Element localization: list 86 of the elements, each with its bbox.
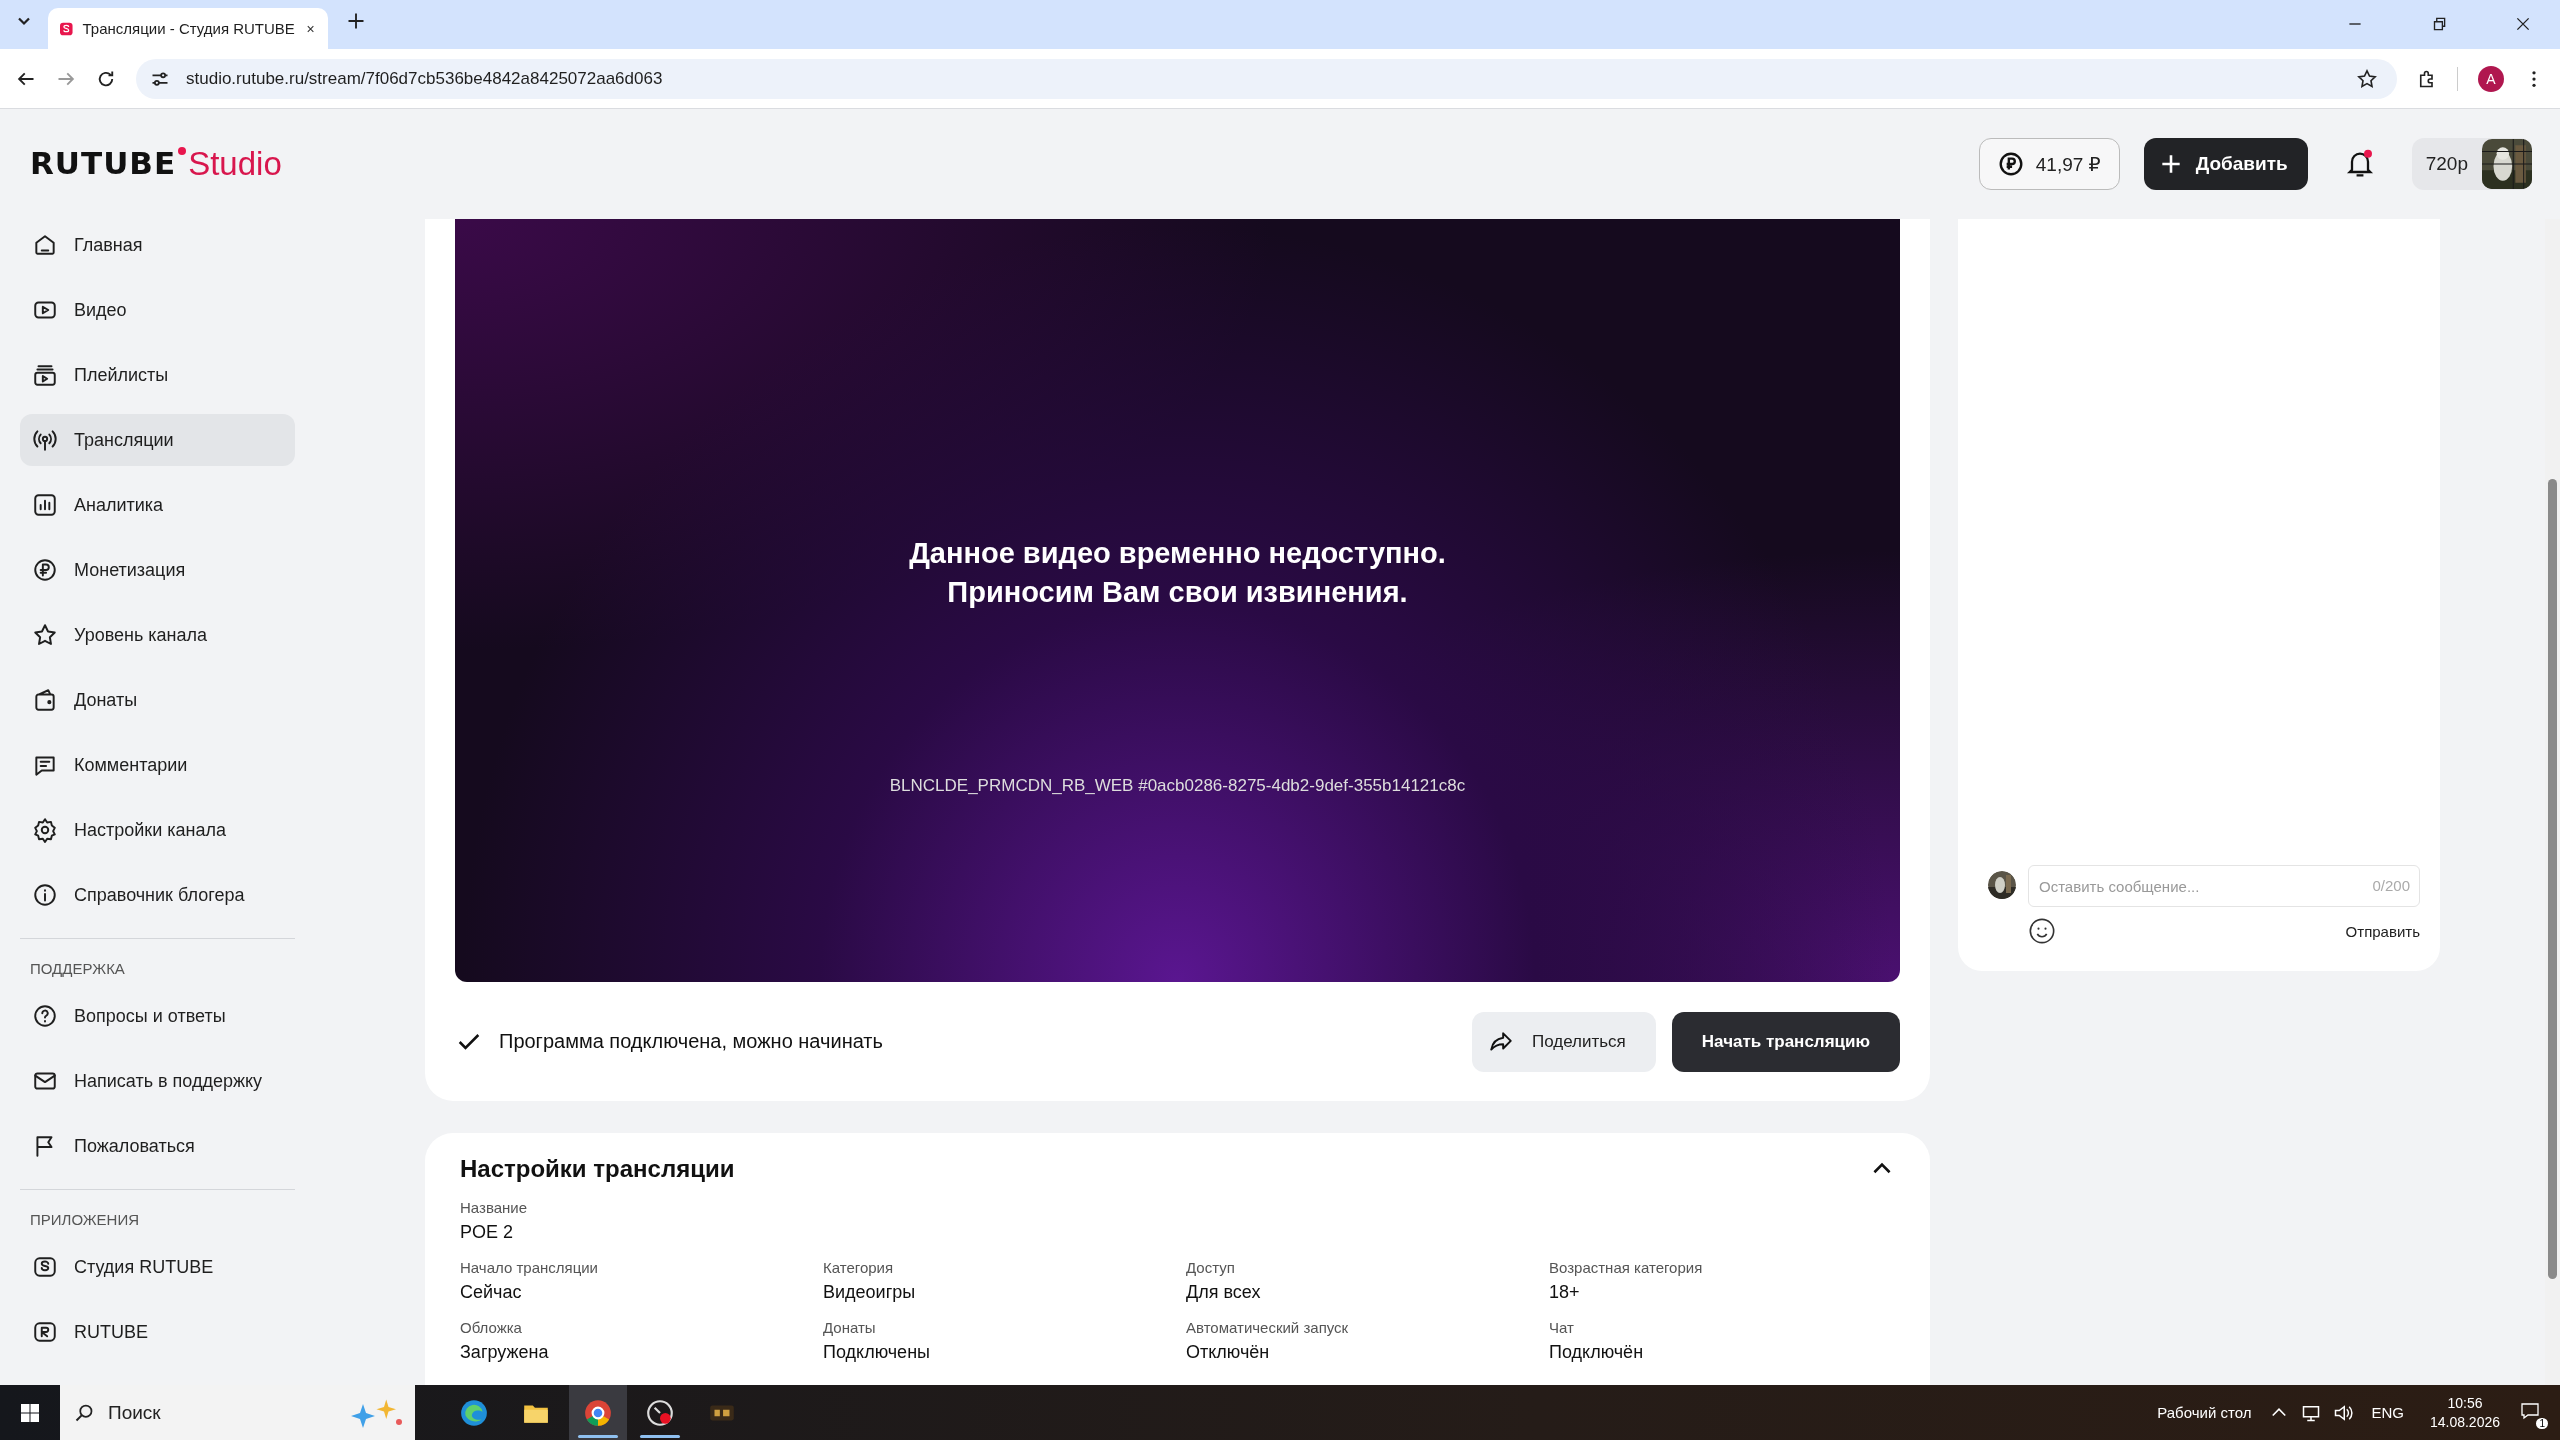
- sidebar-item[interactable]: Студия RUTUBE: [20, 1241, 295, 1293]
- field-label: Начало трансляции: [460, 1259, 599, 1276]
- tab-title: Трансляции - Студия RUTUBE: [82, 20, 295, 37]
- search-icon: [74, 1403, 94, 1423]
- sidebar-item[interactable]: Донаты: [20, 674, 295, 726]
- sidebar-item[interactable]: Вопросы и ответы: [20, 990, 295, 1042]
- app-s-icon: [32, 1254, 58, 1280]
- ruble-icon: [1997, 151, 2024, 177]
- field-value: Видеоигры: [823, 1282, 917, 1303]
- profile-avatar[interactable]: A: [2478, 65, 2504, 92]
- sidebar-item[interactable]: RUTUBE: [20, 1306, 295, 1358]
- quality-selector[interactable]: 720p: [2411, 138, 2532, 190]
- running-indicator: [578, 1435, 618, 1438]
- field-label: Доступ: [1186, 1259, 1236, 1276]
- desktop-label[interactable]: Рабочий стол: [2157, 1404, 2252, 1421]
- clock[interactable]: 10:56 14.08.2026: [2429, 1395, 2500, 1430]
- field-value: Загружена: [460, 1342, 550, 1363]
- section-title: Настройки трансляции: [460, 1155, 735, 1183]
- field-label: Обложка: [460, 1319, 523, 1336]
- field-label: Донаты: [823, 1319, 877, 1336]
- field-label: Категория: [823, 1259, 895, 1276]
- start-stream-button[interactable]: Начать трансляцию: [1671, 1011, 1900, 1072]
- gear-icon: [32, 817, 58, 843]
- close-icon[interactable]: [2514, 15, 2532, 33]
- notification-icon: [2520, 1400, 2540, 1421]
- language-indicator[interactable]: ENG: [2371, 1404, 2404, 1421]
- question-icon: [32, 1003, 58, 1029]
- error-message: Приносим Вам свои извинения.: [947, 576, 1408, 609]
- search-field[interactable]: Поиск: [60, 1385, 415, 1440]
- browser-icon: [459, 1397, 489, 1428]
- logo-dot-icon: [178, 147, 187, 155]
- browser-tab[interactable]: Трансляции - Студия RUTUBE: [48, 8, 328, 49]
- field-label: Возрастная категория: [1549, 1259, 1704, 1276]
- add-button[interactable]: Добавить: [2143, 138, 2308, 190]
- url-text: studio.rutube.ru/stream/7f06d7cb536be4842a8425072aa6d063: [186, 68, 663, 89]
- sidebar-item[interactable]: Главная: [20, 219, 295, 271]
- chart-icon: [32, 492, 58, 518]
- balance-button[interactable]: 41,97 ₽: [1978, 138, 2120, 190]
- field-label: Автоматический запуск: [1186, 1319, 1350, 1336]
- field-label: Чат: [1549, 1319, 1575, 1336]
- sidebar-item[interactable]: Плейлисты: [20, 349, 295, 401]
- record-icon: [645, 1397, 675, 1428]
- status-text: Программа подключена, можно начинать: [499, 1030, 883, 1053]
- address-bar[interactable]: studio.rutube.ru/stream/7f06d7cb536be4842a8425072aa6d063: [136, 58, 2397, 99]
- running-indicator: [640, 1435, 680, 1438]
- star-icon: [32, 622, 58, 648]
- sidebar-item[interactable]: Настройки канала: [20, 804, 295, 856]
- sidebar-item[interactable]: Справочник блогера: [20, 869, 295, 921]
- sidebar-item[interactable]: Трансляции: [20, 414, 295, 466]
- logo-text[interactable]: RUTUBE: [30, 145, 177, 181]
- notification-count: 1: [2536, 1417, 2548, 1429]
- info-icon: [32, 882, 58, 908]
- taskbar-app[interactable]: [569, 1385, 627, 1440]
- section-heading: ПОДДЕРЖКА: [29, 960, 126, 977]
- home-icon: [32, 232, 58, 258]
- character-counter: 0/200: [2372, 877, 2410, 894]
- sidebar-item[interactable]: Комментарии: [20, 739, 295, 791]
- sidebar-item[interactable]: Пожаловаться: [20, 1120, 295, 1172]
- sidebar-item[interactable]: Монетизация: [20, 544, 295, 596]
- field-value: Отключён: [1186, 1342, 1271, 1363]
- send-button[interactable]: Отправить: [2345, 922, 2420, 940]
- emoji-icon[interactable]: [2028, 917, 2056, 945]
- error-message: Данное видео временно недоступно.: [909, 537, 1446, 570]
- sidebar-item[interactable]: Уровень канала: [20, 609, 295, 661]
- scrollbar[interactable]: [2545, 219, 2560, 1385]
- field-value: Сейчас: [460, 1282, 523, 1303]
- chrome-icon: [583, 1397, 613, 1428]
- app-r-icon: [32, 1319, 58, 1345]
- sidebar-item[interactable]: Аналитика: [20, 479, 295, 531]
- logo-subtitle[interactable]: Studio: [188, 145, 282, 183]
- field-value: POE 2: [460, 1222, 515, 1243]
- broadcast-icon: [32, 427, 58, 453]
- error-code: BLNCLDE_PRMCDN_RB_WEB #0acb0286-8275-4db2-9def-355b14121c8c: [889, 776, 1466, 796]
- field-value: Подключены: [823, 1342, 931, 1363]
- wallet-icon: [32, 687, 58, 713]
- share-button[interactable]: Поделиться: [1471, 1011, 1656, 1072]
- field-value: 18+: [1549, 1282, 1581, 1303]
- field-value: Подключён: [1549, 1342, 1645, 1363]
- ruble-icon: [32, 557, 58, 583]
- sidebar-item[interactable]: Написать в поддержку: [20, 1055, 295, 1107]
- field-label: Название: [460, 1199, 529, 1216]
- field-value: Для всех: [1186, 1282, 1262, 1303]
- playlist-icon: [32, 362, 58, 388]
- section-heading: ПРИЛОЖЕНИЯ: [29, 1211, 141, 1228]
- sidebar-item[interactable]: Видео: [20, 284, 295, 336]
- bookmark-star-icon[interactable]: [2357, 68, 2377, 89]
